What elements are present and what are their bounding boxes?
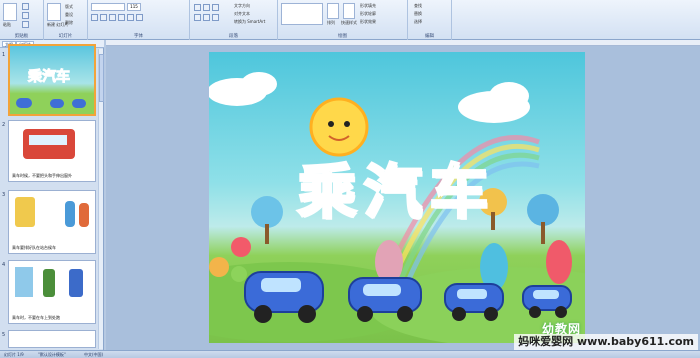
sun-eye <box>344 121 350 127</box>
slide-thumbnail-5[interactable] <box>8 330 96 348</box>
bullets-icon[interactable] <box>194 4 201 11</box>
slide-canvas[interactable]: 乘汽车 幼教网 <box>209 52 585 343</box>
drawing-group-label: 绘图 <box>338 34 347 39</box>
bold-icon[interactable] <box>91 14 98 21</box>
theme-name: "默认设计模板" <box>38 352 66 357</box>
balloon-shape <box>209 257 229 277</box>
arrange-label: 排列 <box>327 20 335 25</box>
slide-thumbnail-3[interactable]: 乘车要排好队在站台候车 <box>8 190 96 254</box>
thumbnail-title: 乘汽车 <box>28 69 71 86</box>
font-name-select[interactable] <box>91 3 125 11</box>
align-text-button[interactable]: 对齐文本 <box>234 11 250 17</box>
align-center-icon[interactable] <box>203 14 210 21</box>
quick-styles-label: 快速样式 <box>341 20 357 25</box>
thumbnail-caption: 乘车时候，不要把头和手伸出窗外 <box>12 173 72 178</box>
slide-number: 2 <box>2 122 6 128</box>
thumbnail-caption: 乘车时，不要在车上到处跑 <box>12 315 60 320</box>
numbering-icon[interactable] <box>203 4 210 11</box>
shape-effects-button[interactable]: 形状效果 <box>360 19 376 25</box>
status-bar: 幻灯片 1/9 "默认设计模板" 中文(中国) <box>0 350 700 358</box>
editing-group: 查找 替换 选择 编辑 <box>408 0 452 40</box>
paragraph-group: 文字方向 对齐文本 转换为 SmartArt 段落 <box>190 0 278 40</box>
bus-stop-image <box>15 197 35 227</box>
slide-number: 5 <box>2 332 6 338</box>
bus-window <box>29 135 67 145</box>
find-button[interactable]: 查找 <box>414 3 422 9</box>
person-image <box>69 269 83 297</box>
font-color-icon[interactable] <box>136 14 143 21</box>
person-image <box>65 201 75 227</box>
slides-panel: 大纲 幻灯片 1 乘汽车 2 乘车时候，不要把头和手伸出窗外 3 乘车要排好队在… <box>0 40 104 350</box>
slide-number: 3 <box>2 192 6 198</box>
shape-fill-button[interactable]: 形状填充 <box>360 3 376 9</box>
font-group-label: 字体 <box>134 34 143 39</box>
drawing-group: 排列 快速样式 形状填充 形状轮廓 形状效果 绘图 <box>278 0 408 40</box>
layout-button[interactable]: 版式 <box>65 4 73 10</box>
copy-icon[interactable] <box>22 12 29 19</box>
shapes-gallery[interactable] <box>281 3 323 25</box>
cloud-shape <box>241 72 277 96</box>
bus-interior-image <box>15 267 33 297</box>
panel-scrollbar-thumb[interactable] <box>99 54 104 102</box>
slide-thumbnail-2[interactable]: 乘车时候，不要把头和手伸出窗外 <box>8 120 96 182</box>
italic-icon[interactable] <box>100 14 107 21</box>
slide-number: 1 <box>2 52 6 58</box>
arrange-button[interactable] <box>327 3 339 19</box>
slide-number: 4 <box>2 262 6 268</box>
clipboard-group-label: 剪贴板 <box>14 34 29 39</box>
reset-button[interactable]: 重设 <box>65 12 73 18</box>
balloon-shape <box>231 237 251 257</box>
align-right-icon[interactable] <box>212 14 219 21</box>
clipboard-group: 粘贴 剪贴板 <box>0 0 44 40</box>
select-button[interactable]: 选择 <box>414 19 422 25</box>
shape-outline-button[interactable]: 形状轮廓 <box>360 11 376 17</box>
watermark: 妈咪爱婴网 www.baby611.com <box>514 334 698 350</box>
smartart-button[interactable]: 转换为 SmartArt <box>234 19 265 25</box>
paragraph-group-label: 段落 <box>229 34 238 39</box>
editing-group-label: 编辑 <box>425 34 434 39</box>
slide-thumbnail-4[interactable]: 乘车时，不要在车上到处跑 <box>8 260 96 324</box>
shadow-icon[interactable] <box>127 14 134 21</box>
quick-styles-button[interactable] <box>343 3 355 19</box>
text-direction-button[interactable]: 文字方向 <box>234 3 250 9</box>
format-painter-icon[interactable] <box>22 21 29 28</box>
replace-button[interactable]: 替换 <box>414 11 422 17</box>
underline-icon[interactable] <box>109 14 116 21</box>
balloon-shape <box>231 266 247 282</box>
cut-icon[interactable] <box>22 3 29 10</box>
paste-button[interactable] <box>3 3 17 21</box>
indent-icon[interactable] <box>212 4 219 11</box>
ribbon: 粘贴 剪贴板 新建 幻灯片 版式 重设 删除 幻灯片 115 字体 文字方向 对… <box>0 0 700 40</box>
language-status: 中文(中国) <box>84 352 104 357</box>
slide-count: 幻灯片 1/9 <box>4 352 24 357</box>
slides-group-label: 幻灯片 <box>58 34 73 39</box>
monster-character <box>546 240 572 284</box>
align-left-icon[interactable] <box>194 14 201 21</box>
font-group: 115 字体 <box>88 0 190 40</box>
slide-title[interactable]: 乘汽车 <box>209 145 585 229</box>
car-image <box>72 99 86 108</box>
paste-label: 粘贴 <box>3 22 11 27</box>
sun-eye <box>328 121 334 127</box>
car-image <box>50 99 64 108</box>
slide-thumbnail-1[interactable]: 乘汽车 <box>8 44 96 116</box>
person-image <box>79 203 89 227</box>
car-image <box>16 98 32 108</box>
new-slide-button[interactable] <box>47 3 61 21</box>
delete-button[interactable]: 删除 <box>65 20 73 26</box>
font-size-select[interactable]: 115 <box>127 3 141 11</box>
panel-scrollbar[interactable] <box>98 49 104 349</box>
strikethrough-icon[interactable] <box>118 14 125 21</box>
thumbnail-caption: 乘车要排好队在站台候车 <box>12 245 56 250</box>
person-image <box>43 269 55 297</box>
cloud-shape <box>489 82 529 110</box>
slides-group: 新建 幻灯片 版式 重设 删除 幻灯片 <box>44 0 88 40</box>
